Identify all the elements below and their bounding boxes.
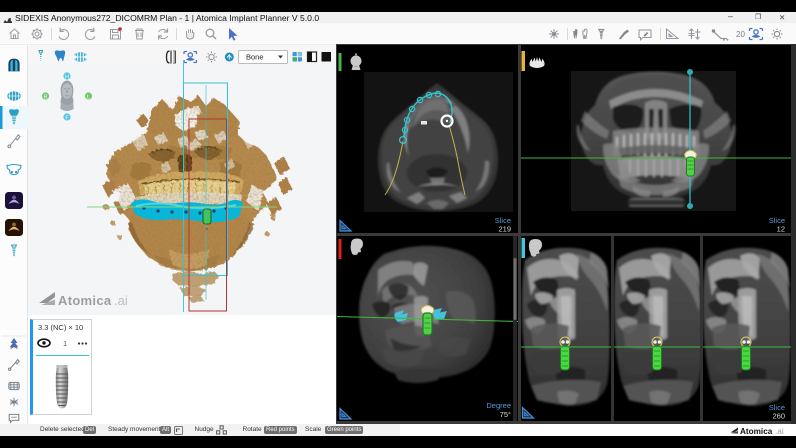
svg-text:75°: 75° — [500, 410, 511, 419]
svg-text:R: R — [44, 95, 48, 101]
svg-text:Atomica: Atomica — [58, 293, 112, 308]
svg-text:1: 1 — [63, 339, 67, 348]
svg-text:Degree: Degree — [486, 401, 511, 410]
svg-text:219: 219 — [498, 225, 511, 234]
svg-text:Atomica: Atomica — [740, 427, 773, 436]
svg-text:H: H — [65, 75, 69, 81]
svg-text:Bone: Bone — [246, 53, 264, 62]
svg-text:.ai: .ai — [114, 293, 128, 308]
svg-text:L: L — [87, 95, 90, 101]
svg-text:260: 260 — [772, 412, 785, 421]
svg-text:12: 12 — [777, 225, 785, 234]
svg-text:.ai: .ai — [775, 427, 784, 436]
svg-text:20: 20 — [736, 30, 745, 39]
